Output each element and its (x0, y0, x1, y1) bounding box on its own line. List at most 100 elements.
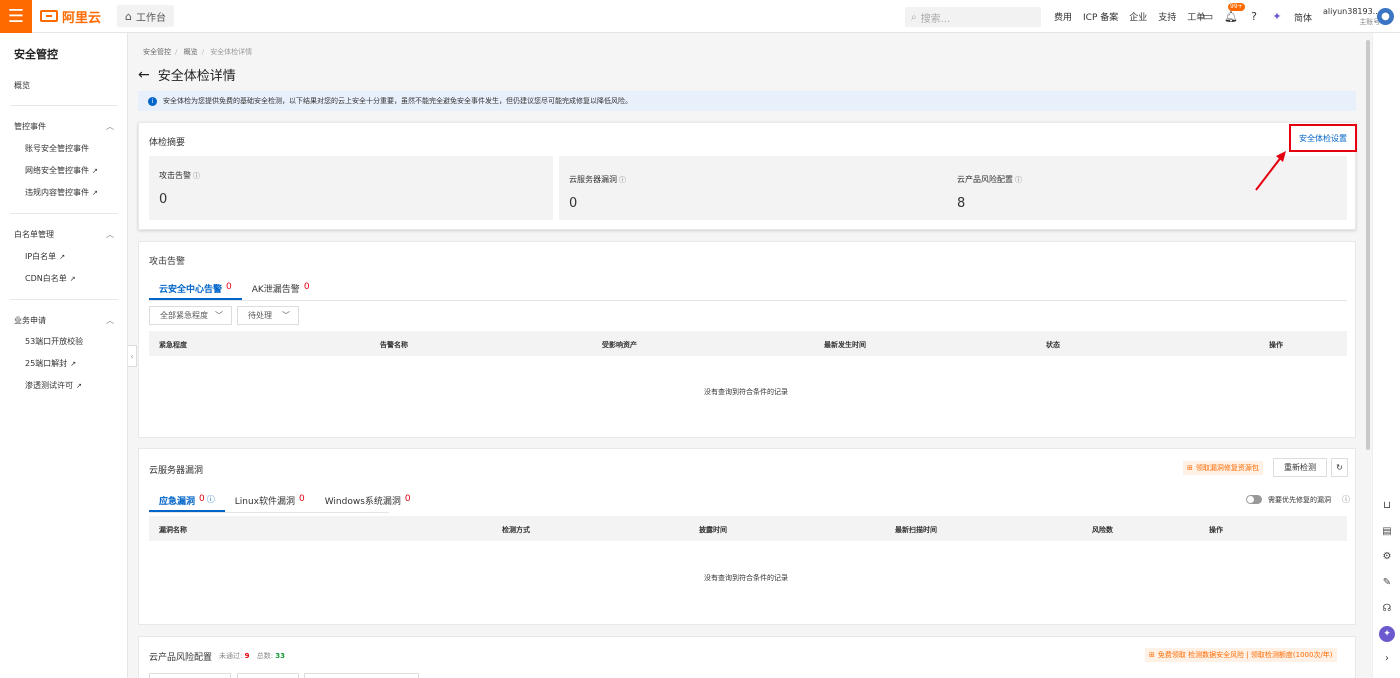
column-header: 漏洞名称 (159, 526, 187, 534)
language-switch[interactable]: 简体 (1294, 11, 1312, 24)
claim-fix-package-button[interactable]: ⊞ 领取漏洞修复资源包 (1183, 461, 1263, 475)
urgency-filter-select[interactable]: 全部紧急程度 ﹀ (149, 306, 232, 325)
search-input[interactable] (304, 673, 419, 678)
global-search-input[interactable]: ⌕ 搜索... (905, 7, 1041, 27)
tab-count: 0 (303, 282, 310, 292)
sidebar-item-network-events[interactable]: 网络安全管控事件 ↗ (25, 165, 98, 176)
ai-assistant-icon[interactable]: ✦ (1379, 626, 1395, 642)
recheck-button[interactable]: 重新检测 (1273, 458, 1327, 477)
security-check-settings-link[interactable]: 安全体检设置 (1289, 124, 1357, 152)
info-circle-icon[interactable]: ⓘ (207, 494, 215, 505)
question-circle-icon[interactable]: ⓘ (193, 172, 200, 180)
total-count: 33 (275, 652, 286, 660)
breadcrumb-item-current: 安全体检详情 (210, 48, 253, 56)
hamburger-menu-icon[interactable]: ☰ (0, 0, 32, 33)
question-circle-icon[interactable]: ⓘ (1015, 176, 1022, 184)
breadcrumb-separator: / (201, 48, 204, 56)
external-link-icon: ↗ (70, 360, 77, 368)
top-link-support[interactable]: 支持 (1158, 10, 1176, 23)
tab-cloud-security-alerts[interactable]: 云安全中心告警 0 (149, 282, 242, 300)
tab-ak-leak-alerts[interactable]: AK泄漏告警 0 (242, 282, 320, 300)
tab-divider (149, 300, 1347, 301)
top-links: 费用 ICP 备案 企业 支持 工单 (1054, 0, 1216, 33)
bell-icon[interactable]: 🔔︎ 99+ (1224, 2, 1245, 23)
home-icon: ⌂ (125, 9, 132, 23)
column-header: 告警名称 (380, 341, 408, 349)
column-header: 操作 (1209, 526, 1223, 534)
breadcrumb-item-overview[interactable]: 概览 (184, 48, 198, 56)
status-filter-select[interactable]: 待处理 ﹀ (237, 306, 299, 325)
back-arrow-icon[interactable]: ← (138, 67, 150, 83)
breadcrumb-item-security[interactable]: 安全管控 (143, 48, 171, 56)
external-link-icon: ↗ (59, 253, 66, 261)
ai-assistant-icon[interactable]: ✦ (1271, 10, 1283, 23)
workbench-button[interactable]: ⌂ 工作台 (117, 5, 174, 27)
sidebar-group-business[interactable]: 业务申请 ︿ (14, 315, 114, 326)
sidebar-divider (10, 299, 118, 300)
help-icon[interactable]: ? (1248, 10, 1260, 23)
external-link-icon: ↗ (69, 275, 76, 283)
page-title-text: 安全体检详情 (157, 69, 236, 84)
column-header: 受影响资产 (602, 341, 637, 349)
summary-label-text: 攻击告警 (159, 171, 191, 180)
sidebar-item-overview[interactable]: 概览 (14, 80, 30, 91)
tab-linux-vuln[interactable]: Linux软件漏洞 0 (225, 494, 315, 512)
headset-icon[interactable]: ☊ (1381, 603, 1393, 614)
aliyun-logo-mark (40, 10, 58, 22)
tab-windows-vuln[interactable]: Windows系统漏洞 0 (315, 494, 421, 512)
sidebar-group-whitelist[interactable]: 白名单管理 ︿ (14, 229, 114, 240)
filter-select[interactable] (149, 673, 231, 678)
external-link-icon: ↗ (76, 382, 82, 390)
sidebar-item-account-events[interactable]: 账号安全管控事件 (25, 143, 89, 154)
sidebar-item-pentest[interactable]: 渗透测试许可 ↗ (25, 380, 82, 391)
priority-vuln-toggle[interactable] (1246, 495, 1262, 504)
sidebar-item-port25[interactable]: 25端口解封 ↗ (25, 358, 76, 369)
claim-detection-quota-button[interactable]: ⊞ 免费领取 检测数据安全风险 | 领取检测额度(1000次/年) (1145, 648, 1337, 662)
top-link-billing[interactable]: 费用 (1054, 10, 1072, 23)
promo-label: 免费领取 检测数据安全风险 | 领取检测额度(1000次/年) (1157, 651, 1333, 659)
refresh-icon[interactable]: ↻ (1331, 458, 1348, 477)
sidebar-divider (10, 213, 118, 214)
edit-icon[interactable]: ✎ (1381, 577, 1393, 588)
terminal-icon[interactable]: ▭ (1202, 10, 1214, 23)
tab-label: 应急漏洞 (159, 497, 196, 507)
priority-vuln-label: 需要优先修复的漏洞 (1268, 496, 1331, 504)
sidebar-item-content-events[interactable]: 违规内容管控事件 ↗ (25, 187, 98, 198)
top-link-icp[interactable]: ICP 备案 (1083, 10, 1118, 23)
question-circle-icon[interactable]: ⓘ (1342, 494, 1350, 505)
chevron-right-icon[interactable]: › (1381, 653, 1393, 664)
attack-title: 攻击告警 (149, 257, 186, 267)
column-header: 最新扫描时间 (895, 526, 937, 534)
top-link-enterprise[interactable]: 企业 (1129, 10, 1147, 23)
user-info[interactable]: aliyun38193... 主账号 (1323, 6, 1380, 28)
vuln-title: 云服务器漏洞 (149, 466, 204, 476)
sidebar-item-label: 渗透测试许可 (25, 381, 73, 390)
settings-icon[interactable]: ⚙ (1381, 551, 1393, 562)
gift-icon: ⊞ (1187, 464, 1193, 472)
select-value: 全部紧急程度 (160, 311, 208, 320)
attack-tabs: 云安全中心告警 0 AK泄漏告警 0 (149, 282, 320, 300)
sidebar-item-label: CDN白名单 (25, 274, 67, 283)
column-header: 紧急程度 (159, 341, 187, 349)
tab-emergency-vuln[interactable]: 应急漏洞 0 ⓘ (149, 494, 225, 512)
column-header: 最新发生时间 (824, 341, 866, 349)
cart-icon[interactable]: ⊔ (1381, 500, 1393, 511)
column-header: 状态 (1046, 341, 1060, 349)
workbench-label: 工作台 (136, 12, 166, 24)
vuln-empty-message: 没有查询到符合条件的记录 (704, 574, 788, 582)
avatar[interactable]: ● (1377, 8, 1394, 25)
sidebar-item-cdn-whitelist[interactable]: CDN白名单 ↗ (25, 273, 76, 284)
sidebar-item-port53[interactable]: 53端口开放校验 (25, 336, 83, 347)
question-circle-icon[interactable]: ⓘ (619, 176, 626, 184)
promo-label: 领取漏洞修复资源包 (1195, 464, 1259, 472)
top-icons: ▭ 🔔︎ 99+ ? ✦ (1202, 0, 1294, 33)
page-scrollbar-thumb[interactable] (1366, 40, 1370, 450)
sidebar-item-ip-whitelist[interactable]: IP白名单 ↗ (25, 251, 65, 262)
document-icon[interactable]: ▤ (1381, 526, 1393, 537)
main-content: 安全管控 / 概览 / 安全体检详情 ← 安全体检详情 i 安全体检为您提供免费的基… (128, 33, 1370, 678)
filter-select[interactable] (237, 673, 299, 678)
attack-alerts-card: 攻击告警 云安全中心告警 0 AK泄漏告警 0 全部紧急程度 ﹀ 待处理 ﹀ 紧急程度 … (138, 241, 1356, 438)
aliyun-logo[interactable]: 阿里云 (40, 7, 101, 26)
sidebar-group-events[interactable]: 管控事件 ︿ (14, 121, 114, 132)
search-placeholder: 搜索... (920, 13, 951, 25)
